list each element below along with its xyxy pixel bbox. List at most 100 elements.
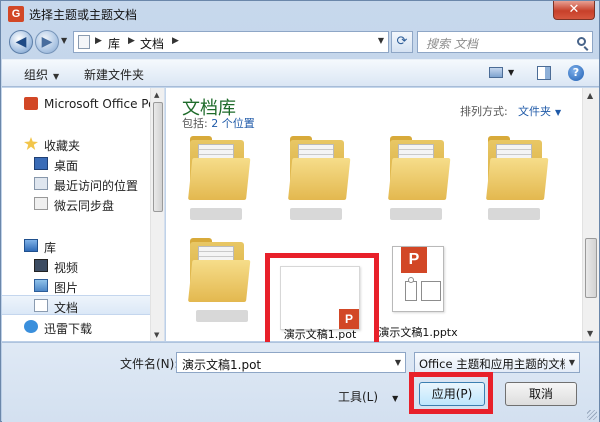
- file-list-scrollbar[interactable]: ▲ ▼: [582, 88, 599, 341]
- sidebar-item-label: 收藏夹: [44, 139, 81, 153]
- chevron-right-icon[interactable]: ▶: [172, 36, 179, 46]
- close-button[interactable]: ✕: [553, 1, 595, 20]
- sidebar-item-office[interactable]: Microsoft Office Pow: [2, 94, 164, 114]
- picture-icon: [34, 279, 48, 292]
- office-icon: [24, 97, 38, 110]
- chevron-down-icon: ▼: [392, 394, 399, 403]
- folder-name-redacted: [290, 208, 342, 220]
- folder-icon[interactable]: [388, 136, 451, 200]
- scroll-down-icon[interactable]: ▼: [154, 331, 159, 339]
- sidebar-item-label: Microsoft Office Pow: [44, 97, 165, 111]
- sidebar-item-label: 文档: [54, 301, 79, 315]
- file-dialog-window: G 选择主题或主题文档 ✕ ◀ ▶ ▼ ▶ 库 ▶ 文档 ▶ ▼ ⟳ 搜索 文档…: [0, 0, 600, 422]
- document-icon: [34, 299, 48, 312]
- arrange-by-label: 排列方式:: [460, 105, 508, 118]
- file-type-select[interactable]: Office 主题和应用主题的文档 ( ▼: [414, 352, 580, 373]
- command-toolbar: 组织 ▼ 新建文件夹 ▼ ?: [2, 59, 599, 87]
- sidebar-item-thunder-downloads[interactable]: 迅雷下载: [2, 317, 150, 337]
- help-icon[interactable]: ?: [568, 65, 584, 81]
- highlight-box-apply-button: [409, 372, 493, 414]
- file-type-value: Office 主题和应用主题的文档 (: [419, 357, 565, 371]
- tools-menu-button[interactable]: 工具(L) ▼: [338, 388, 398, 405]
- thunder-icon: [24, 320, 38, 333]
- includes-label: 包括:: [182, 117, 208, 130]
- change-view-icon[interactable]: [489, 67, 503, 78]
- address-bar[interactable]: ▶ 库 ▶ 文档 ▶ ▼: [73, 31, 389, 53]
- title-bar: G 选择主题或主题文档 ✕: [1, 1, 599, 27]
- video-icon: [34, 259, 48, 272]
- folder-icon[interactable]: [188, 136, 251, 200]
- chevron-down-icon: ▼: [568, 358, 575, 367]
- address-history-dropdown-icon[interactable]: ▼: [378, 36, 384, 45]
- sidebar-item-label: 图片: [54, 281, 79, 295]
- office-app-icon: G: [8, 6, 24, 22]
- filename-field[interactable]: 演示文稿1.pot ▼: [176, 352, 406, 373]
- file-list-area: 文档库 包括: 2 个位置 排列方式: 文件夹 ▼ P 演示文稿1.pot P …: [166, 88, 599, 341]
- chevron-down-icon: ▼: [53, 72, 60, 81]
- preview-pane-icon[interactable]: [537, 66, 551, 80]
- search-input[interactable]: 搜索 文档: [417, 31, 593, 53]
- sidebar-item-label: 库: [44, 241, 57, 255]
- sidebar-item-documents[interactable]: 文档: [2, 295, 150, 315]
- folder-location-icon: [78, 35, 90, 49]
- sidebar-item-label: 视频: [54, 261, 79, 275]
- breadcrumb-documents[interactable]: 文档: [140, 35, 164, 52]
- folder-name-redacted: [390, 208, 442, 220]
- sidebar-scrollbar[interactable]: ▲ ▼: [150, 88, 164, 341]
- desktop-icon: [34, 157, 48, 170]
- resize-grip-icon[interactable]: [587, 410, 597, 420]
- chevron-right-icon[interactable]: ▶: [95, 36, 102, 46]
- dialog-footer: 文件名(N): 演示文稿1.pot ▼ Office 主题和应用主题的文档 ( …: [2, 342, 599, 422]
- back-button[interactable]: ◀: [9, 30, 33, 54]
- scroll-down-icon[interactable]: ▼: [587, 329, 593, 338]
- sidebar-item-cloud-sync[interactable]: 微云同步盘: [2, 194, 150, 214]
- sidebar-item-desktop[interactable]: 桌面: [2, 154, 150, 174]
- folder-name-redacted: [196, 310, 248, 322]
- new-folder-button[interactable]: 新建文件夹: [84, 66, 144, 83]
- search-placeholder: 搜索 文档: [426, 37, 478, 51]
- highlight-box-pot-file: [265, 253, 379, 351]
- includes-locations-link[interactable]: 2 个位置: [211, 117, 255, 130]
- sidebar-item-recent-places[interactable]: 最近访问的位置: [2, 174, 150, 194]
- library-includes: 包括: 2 个位置: [182, 115, 255, 131]
- sidebar-item-label: 桌面: [54, 159, 79, 173]
- sidebar-item-pictures[interactable]: 图片: [2, 276, 150, 296]
- sidebar-item-label: 最近访问的位置: [54, 179, 139, 193]
- folder-icon[interactable]: [486, 136, 549, 200]
- sidebar-item-videos[interactable]: 视频: [2, 256, 150, 276]
- pptx-document-icon: P: [392, 246, 444, 312]
- breadcrumb-library[interactable]: 库: [108, 35, 120, 52]
- sidebar-item-label: 微云同步盘: [54, 199, 115, 213]
- filename-label: 文件名(N):: [120, 357, 179, 371]
- folder-name-redacted: [488, 208, 540, 220]
- refresh-button[interactable]: ⟳: [391, 31, 413, 53]
- folder-name-redacted: [190, 208, 242, 220]
- star-icon: [24, 137, 38, 150]
- navigation-pane: Microsoft Office Pow 收藏夹 桌面 最近访问的位置 微云同步…: [2, 88, 165, 341]
- sidebar-item-libraries[interactable]: 库: [2, 236, 150, 256]
- folder-icon[interactable]: [188, 238, 251, 302]
- scroll-up-icon[interactable]: ▲: [587, 91, 593, 100]
- window-title: 选择主题或主题文档: [29, 8, 138, 22]
- file-list-scroll-thumb[interactable]: [585, 238, 597, 298]
- navigation-bar: ◀ ▶ ▼ ▶ 库 ▶ 文档 ▶ ▼ ⟳ 搜索 文档: [1, 28, 599, 56]
- sidebar-item-label: 迅雷下载: [44, 322, 93, 336]
- chevron-down-icon[interactable]: ▼: [395, 358, 401, 367]
- scroll-up-icon[interactable]: ▲: [154, 91, 159, 99]
- arrange-by-dropdown[interactable]: 文件夹 ▼: [518, 103, 561, 119]
- file-item-pptx[interactable]: P 演示文稿1.pptx: [378, 246, 476, 339]
- organize-menu-button[interactable]: 组织 ▼: [24, 66, 59, 83]
- sidebar-scroll-thumb[interactable]: [153, 102, 163, 212]
- file-name: 演示文稿1.pptx: [378, 326, 458, 339]
- folder-icon[interactable]: [288, 136, 351, 200]
- cloud-sync-icon: [34, 197, 48, 210]
- forward-button[interactable]: ▶: [35, 30, 59, 54]
- chevron-right-icon[interactable]: ▶: [128, 36, 135, 46]
- view-options-dropdown-icon[interactable]: ▼: [508, 68, 514, 77]
- cancel-button[interactable]: 取消: [505, 382, 577, 406]
- chevron-down-icon: ▼: [555, 108, 562, 117]
- library-icon: [24, 239, 38, 252]
- recent-places-icon: [34, 177, 48, 190]
- recent-pages-dropdown-icon[interactable]: ▼: [61, 36, 67, 45]
- sidebar-item-favorites[interactable]: 收藏夹: [2, 134, 150, 154]
